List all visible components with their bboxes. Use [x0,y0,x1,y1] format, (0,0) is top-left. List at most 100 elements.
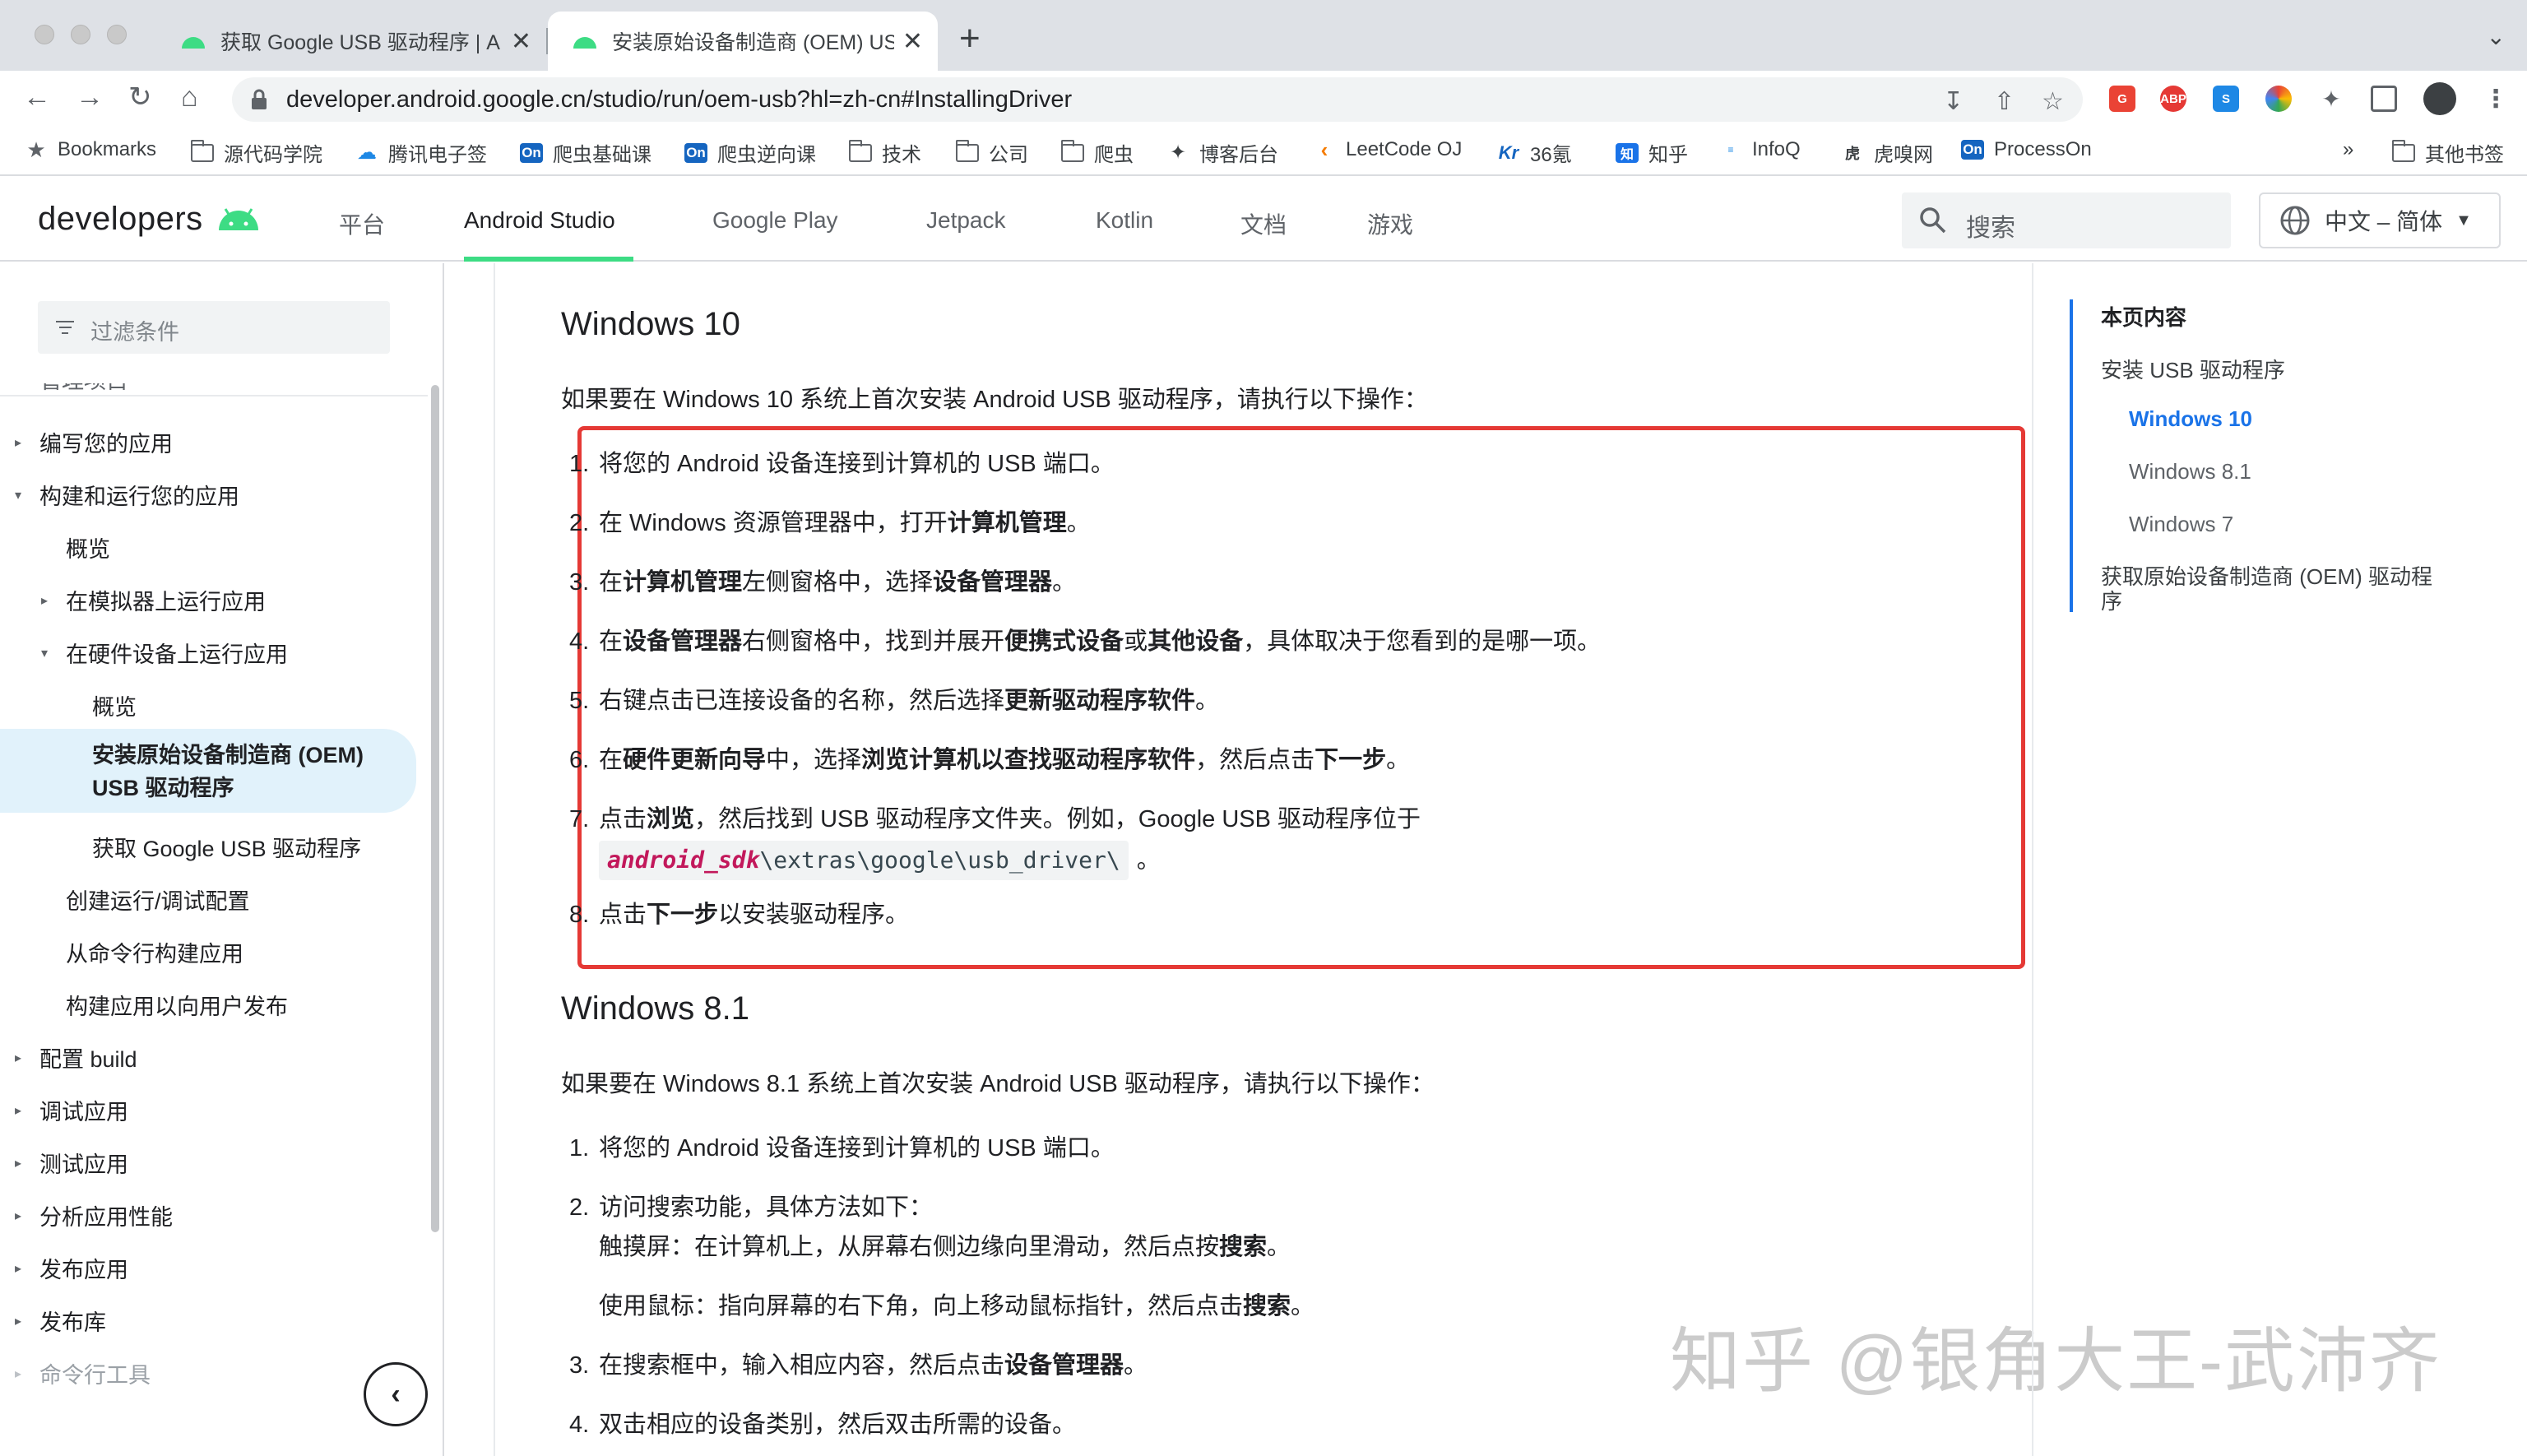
back-icon[interactable]: ← [23,82,51,112]
adblock-icon[interactable]: ABP [2160,86,2186,112]
bookmark-folder[interactable]: 源代码学院 [191,138,322,167]
step-text: 在 [599,569,624,596]
tab-install-oem-usb-driver[interactable]: 安装原始设备制造商 (OEM) USB ✕ [548,12,938,71]
sidebar-item-performance[interactable]: ▸ 分析应用性能 [15,1199,173,1231]
bookmark-item[interactable]: ‹ LeetCode OJ [1313,137,1463,162]
sidebar-item-google-usb[interactable]: 获取 Google USB 驱动程序 [92,831,361,863]
step-text: 将您的 Android 设备连接到计算机的 USB 端口。 [599,451,1115,477]
other-bookmarks-folder[interactable]: 其他书签 [2392,138,2504,167]
sidebar-item-device-overview[interactable]: 概览 [92,689,137,721]
bookmarks-overflow-button[interactable]: » [2343,138,2353,161]
folder-icon [2392,139,2415,162]
sidebar-item-test[interactable]: ▸ 测试应用 [15,1147,128,1179]
bookmark-item[interactable]: On ProcessOn [1961,138,2092,161]
extension-translate-icon[interactable]: G [2109,86,2135,112]
sidebar-item-oem-usb-selected[interactable]: 安装原始设备制造商 (OEM) USB 驱动程序 [0,729,416,813]
home-icon[interactable]: ⌂ [181,82,198,112]
window-minimize-icon[interactable] [71,25,90,44]
nav-platform[interactable]: 平台 [339,207,385,240]
address-bar[interactable]: developer.android.google.cn/studio/run/o… [232,77,2083,122]
profile-avatar[interactable] [2423,82,2456,115]
new-tab-button[interactable]: + [959,18,981,59]
sidebar-item-label: 命令行工具 [39,1363,151,1388]
bookmark-star-icon[interactable]: ☆ [2042,87,2064,116]
sidebar-item-cli-tools[interactable]: ▸ 命令行工具 [15,1357,151,1389]
sidebar-item-overview[interactable]: 概览 [66,531,110,563]
window-close-icon[interactable] [35,25,54,44]
sidebar-item-run-emulator[interactable]: ▸ 在模拟器上运行应用 [41,584,266,616]
sidebar-item-build-run[interactable]: ▾ 构建和运行您的应用 [15,479,239,511]
sidebar-item-run-device[interactable]: ▾ 在硬件设备上运行应用 [41,637,288,669]
side-panel-icon[interactable] [2371,86,2397,112]
expand-arrow-icon: ▸ [15,1261,22,1276]
expand-arrow-icon: ▸ [15,1208,22,1223]
tab-get-google-usb-driver[interactable]: 获取 Google USB 驱动程序 | A ✕ [156,12,546,71]
step-text: 在 [599,628,624,655]
bookmark-label: 爬虫 [1094,144,1134,166]
browser-menu-icon[interactable]: ⋮ [2483,86,2509,113]
site-search-input[interactable]: 搜索 [1902,192,2231,248]
bookmark-item[interactable]: On 爬虫基础课 [520,138,651,167]
sidebar-item-write-app[interactable]: ▸ 编写您的应用 [15,426,173,458]
toc-item-windows-10[interactable]: Windows 10 [2129,406,2252,432]
bookmark-folder[interactable]: 爬虫 [1061,138,1134,167]
share-icon[interactable]: ⇧ [1994,87,2015,116]
bookmark-item[interactable]: On 爬虫逆向课 [684,138,816,167]
sidebar-item-publish-library[interactable]: ▸ 发布库 [15,1305,106,1337]
toc-item-windows-8-1[interactable]: Windows 8.1 [2129,459,2251,485]
sidebar-item-publish-app[interactable]: ▸ 发布应用 [15,1252,128,1284]
step-emphasis: 设备管理器 [933,569,1053,596]
nav-google-play[interactable]: Google Play [712,207,838,234]
extensions-puzzle-icon[interactable]: ✦ [2318,86,2344,112]
bookmark-item[interactable]: Kr 36氪 [1497,138,1572,167]
bookmark-folder[interactable]: 技术 [849,138,921,167]
developers-logo[interactable]: developers [38,201,203,238]
extension-s-icon[interactable]: S [2213,86,2239,112]
nav-kotlin[interactable]: Kotlin [1096,207,1153,234]
filter-input[interactable]: 过滤条件 [38,301,390,354]
main-content: Windows 10 如果要在 Windows 10 系统上首次安装 Andro… [497,263,2032,1456]
bookmark-item[interactable]: 知知乎 [1616,138,1688,167]
sidebar-item-cmdline-build[interactable]: 从命令行构建应用 [66,936,243,968]
expand-arrow-icon: ▸ [15,1366,22,1381]
tab-search-chevron-icon[interactable]: ⌄ [2487,23,2506,50]
sidebar-item-release-build[interactable]: 构建应用以向用户发布 [66,989,288,1021]
win81-step-1: 1. 将您的 Android 设备连接到计算机的 USB 端口。 [569,1130,1115,1166]
bookmark-item[interactable]: ≡ InfoQ [1719,138,1800,161]
nav-jetpack[interactable]: Jetpack [926,207,1006,234]
bookmark-item[interactable]: ✦ 博客后台 [1166,138,1278,167]
step-emphasis: 其他设备 [1148,628,1244,655]
tab-title: 获取 Google USB 驱动程序 | A [220,31,500,54]
install-icon[interactable]: ↧ [1943,87,1964,116]
forward-icon[interactable]: → [76,82,104,112]
win10-step-2: 2. 在 Windows 资源管理器中，打开计算机管理。 [569,505,1091,541]
nav-android-studio[interactable]: Android Studio [464,207,615,234]
color-picker-icon[interactable] [2265,86,2292,112]
window-zoom-icon[interactable] [107,25,127,44]
nav-docs[interactable]: 文档 [1240,207,1287,240]
reload-icon[interactable]: ↻ [128,82,152,112]
sidebar-item-debug[interactable]: ▸ 调试应用 [15,1094,128,1126]
nav-games[interactable]: 游戏 [1367,207,1413,240]
sidebar-item-run-config[interactable]: 创建运行/调试配置 [66,883,250,916]
step-emphasis: 搜索 [1243,1293,1291,1319]
tab-close-icon[interactable]: ✕ [511,27,531,56]
toc-item-install-usb[interactable]: 安装 USB 驱动程序 [2101,354,2285,384]
toc-item-windows-7[interactable]: Windows 7 [2129,512,2233,537]
sidebar-scrollbar[interactable] [431,385,439,1232]
tab-close-icon[interactable]: ✕ [902,27,923,56]
sidebar-item-configure-build[interactable]: ▸ 配置 build [15,1041,137,1073]
step-number: 2. [569,1194,590,1221]
win10-intro: 如果要在 Windows 10 系统上首次安装 Android USB 驱动程序… [561,387,1428,413]
bookmark-folder[interactable]: 公司 [956,138,1028,167]
bookmark-item[interactable]: ★ Bookmarks [25,137,156,162]
bookmark-item[interactable]: 虎虎嗅网 [1841,138,1933,167]
bookmark-label: 技术 [882,144,921,166]
bookmark-item[interactable]: ☁ 腾讯电子签 [355,138,487,167]
step-text: 。 [1386,747,1411,773]
toc-item-get-oem-driver[interactable]: 获取原始设备制造商 (OEM) 驱动程 序 [2101,564,2432,614]
collapse-sidebar-button[interactable]: ‹ [364,1362,428,1426]
active-nav-indicator [464,257,633,262]
language-selector[interactable]: 中文 – 简体 ▼ [2259,192,2501,248]
step-emphasis: 浏览计算机以查找驱动程序软件 [861,747,1196,773]
